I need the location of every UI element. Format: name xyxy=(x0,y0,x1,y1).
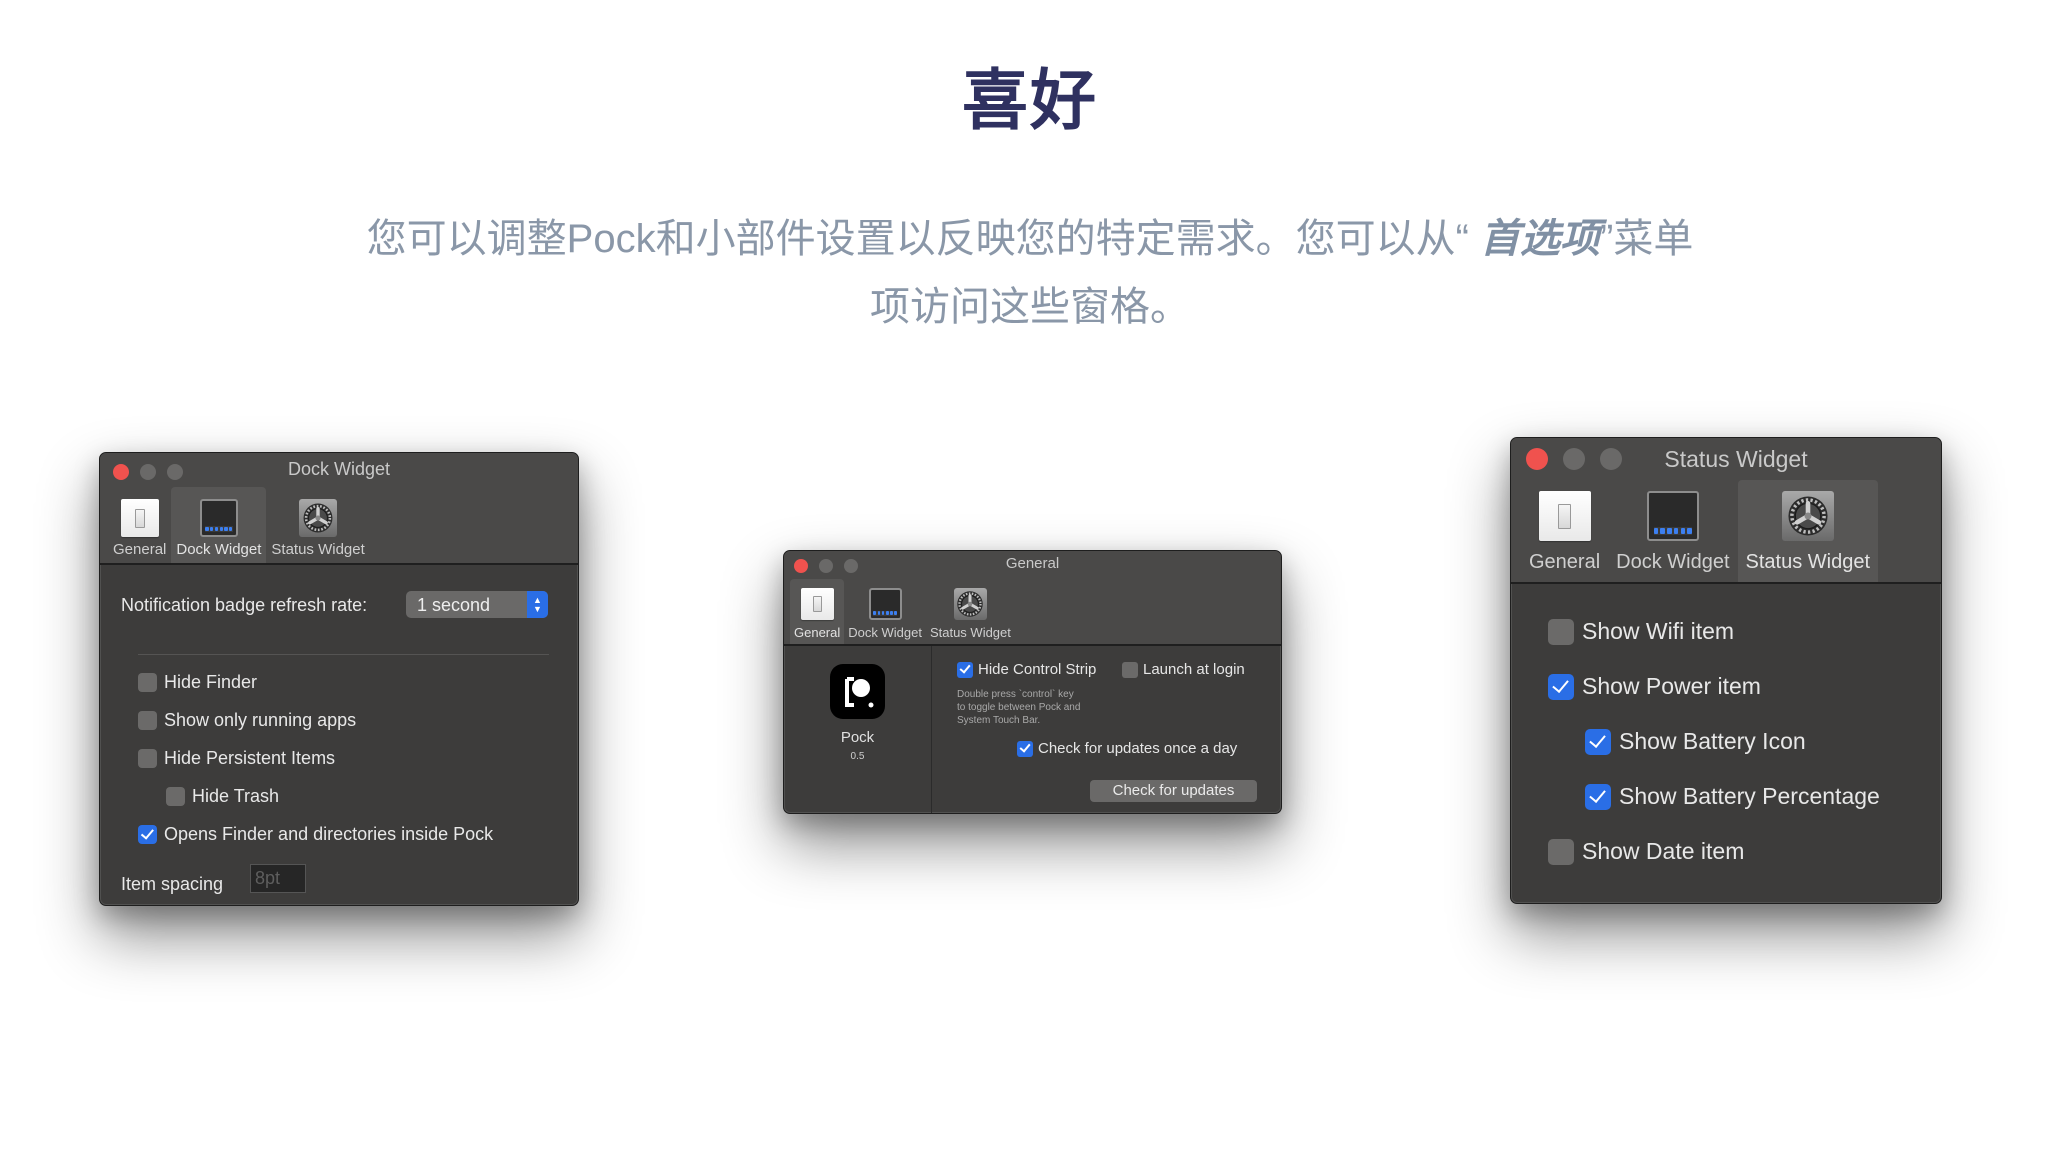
show-running-apps-checkbox[interactable] xyxy=(138,711,157,730)
pock-app-icon xyxy=(830,664,885,719)
window-title: Status Widget xyxy=(1664,446,1808,472)
refresh-rate-value: 1 second xyxy=(417,595,491,615)
launch-at-login-checkbox[interactable] xyxy=(1122,661,1138,678)
hide-finder-checkbox[interactable] xyxy=(138,673,157,692)
show-running-apps-option[interactable]: Show only running apps xyxy=(138,710,356,731)
divider xyxy=(138,654,549,655)
show-battery-percentage-option[interactable]: Show Battery Percentage xyxy=(1585,783,1880,810)
dock-widget-window: Dock Widget General Dock Widget Status W… xyxy=(99,452,579,906)
option-label: Show Date item xyxy=(1582,838,1745,864)
open-finder-inside-pock-option[interactable]: Opens Finder and directories inside Pock xyxy=(138,824,493,845)
option-label: Show Power item xyxy=(1582,673,1761,699)
refresh-rate-label: Notification badge refresh rate: xyxy=(121,595,367,616)
description-text-1: 您可以调整Pock和小部件设置以反映您的特定需求。您可以从“ xyxy=(366,217,1481,261)
preference-tabs: General Dock Widget Status Widget xyxy=(1521,480,1879,582)
window-toolbar: General General Dock Widget Status Widge… xyxy=(784,551,1281,646)
window-toolbar: Status Widget General Dock Widget Status… xyxy=(1511,438,1941,584)
tab-label: Dock Widget xyxy=(1616,551,1730,573)
hide-persistent-items-checkbox[interactable] xyxy=(138,749,157,768)
show-wifi-option[interactable]: Show Wifi item xyxy=(1548,618,1734,645)
dock-screen-icon xyxy=(868,588,902,620)
tab-general[interactable]: General xyxy=(790,579,845,644)
status-widget-window: Status Widget General Dock Widget Status… xyxy=(1510,437,1942,904)
tab-dock-widget[interactable]: Dock Widget xyxy=(1608,480,1737,582)
option-label: Show only running apps xyxy=(164,710,357,730)
check-for-updates-button[interactable]: Check for updates xyxy=(1090,780,1257,802)
hide-finder-option[interactable]: Hide Finder xyxy=(138,672,257,693)
check-updates-daily-checkbox[interactable] xyxy=(1017,740,1033,757)
page-description: 您可以调整Pock和小部件设置以反映您的特定需求。您可以从“ 首选项”菜单项访问… xyxy=(360,205,1700,341)
light-switch-icon xyxy=(120,499,159,537)
window-title: Dock Widget xyxy=(287,459,391,479)
general-window: General General Dock Widget Status Widge… xyxy=(783,550,1282,814)
tab-label: General xyxy=(1529,551,1601,573)
show-battery-icon-checkbox[interactable] xyxy=(1585,728,1611,755)
tab-label: General xyxy=(113,541,167,558)
option-label: Show Battery Icon xyxy=(1619,728,1806,754)
open-finder-inside-pock-checkbox[interactable] xyxy=(138,825,157,844)
gear-icon xyxy=(1781,491,1834,541)
tab-status-widget[interactable]: Status Widget xyxy=(266,487,369,563)
pane-divider xyxy=(931,646,932,813)
refresh-rate-label-text: Notification badge refresh rate: xyxy=(121,595,368,615)
tab-label: Dock Widget xyxy=(848,625,922,640)
hide-control-strip-checkbox[interactable] xyxy=(957,661,973,678)
option-label: Opens Finder and directories inside Pock xyxy=(164,824,494,844)
option-label: Launch at login xyxy=(1143,661,1245,678)
item-spacing-label-text: Item spacing xyxy=(121,874,224,894)
light-switch-icon xyxy=(800,588,834,620)
launch-at-login-option[interactable]: Launch at login xyxy=(1122,661,1245,678)
tab-dock-widget[interactable]: Dock Widget xyxy=(171,487,267,563)
tab-label: General xyxy=(794,625,841,640)
light-switch-icon xyxy=(1538,491,1591,541)
dock-screen-icon xyxy=(199,499,238,537)
gear-icon xyxy=(299,499,338,537)
option-label: Check for updates once a day xyxy=(1038,740,1238,757)
hide-persistent-items-option[interactable]: Hide Persistent Items xyxy=(138,748,335,769)
app-version: 0.5 xyxy=(850,751,865,762)
refresh-rate-select[interactable]: 1 second ▲ ▼ xyxy=(406,591,548,618)
show-battery-icon-option[interactable]: Show Battery Icon xyxy=(1585,728,1806,755)
tab-status-widget[interactable]: Status Widget xyxy=(1737,480,1879,582)
tab-label: Status Widget xyxy=(1745,551,1871,573)
dock-screen-icon xyxy=(1646,491,1699,541)
option-label: Hide Persistent Items xyxy=(164,748,336,768)
hide-trash-checkbox[interactable] xyxy=(166,787,185,806)
show-date-option[interactable]: Show Date item xyxy=(1548,838,1744,865)
tab-dock-widget[interactable]: Dock Widget xyxy=(844,579,926,644)
show-wifi-checkbox[interactable] xyxy=(1548,618,1574,645)
option-label: Show Battery Percentage xyxy=(1619,783,1880,809)
show-date-checkbox[interactable] xyxy=(1548,838,1574,865)
control-strip-hint: Double press `control` key to toggle bet… xyxy=(957,689,1081,726)
tab-status-widget[interactable]: Status Widget xyxy=(926,579,1015,644)
tab-label: Dock Widget xyxy=(176,541,262,558)
description-emphasis: 首选项 xyxy=(1480,217,1601,261)
page-title: 喜好 xyxy=(962,63,1098,137)
gear-icon xyxy=(953,588,987,620)
preference-tabs: General Dock Widget Status Widget xyxy=(790,579,1015,644)
preference-tabs: General Dock Widget Status Widget xyxy=(108,487,370,563)
chevron-up-down-icon: ▲ ▼ xyxy=(527,591,548,618)
option-label: Hide Trash xyxy=(192,786,280,806)
tab-general[interactable]: General xyxy=(1521,480,1608,582)
show-battery-percentage-checkbox[interactable] xyxy=(1585,783,1611,810)
option-label: Hide Finder xyxy=(164,672,258,692)
hide-trash-option[interactable]: Hide Trash xyxy=(166,786,279,807)
option-label: Hide Control Strip xyxy=(978,661,1097,678)
tab-label: Status Widget xyxy=(929,625,1011,640)
show-power-option[interactable]: Show Power item xyxy=(1548,673,1761,700)
item-spacing-label: Item spacing xyxy=(121,874,223,895)
item-spacing-input[interactable]: 8pt xyxy=(250,864,306,893)
item-spacing-placeholder: 8pt xyxy=(255,868,281,888)
tab-general[interactable]: General xyxy=(108,487,171,563)
app-name: Pock xyxy=(840,729,875,746)
window-toolbar: Dock Widget General Dock Widget Status W… xyxy=(100,453,578,565)
show-power-checkbox[interactable] xyxy=(1548,673,1574,700)
option-label: Show Wifi item xyxy=(1582,618,1735,644)
check-updates-daily-option[interactable]: Check for updates once a day xyxy=(1017,740,1237,757)
hide-control-strip-option[interactable]: Hide Control Strip xyxy=(957,661,1096,678)
tab-label: Status Widget xyxy=(271,541,365,558)
close-button[interactable] xyxy=(1526,448,1548,470)
window-title: General xyxy=(1005,555,1060,572)
